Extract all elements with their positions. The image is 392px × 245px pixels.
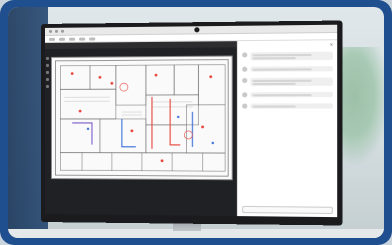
markup-tool-icon[interactable] bbox=[45, 63, 49, 67]
avatar bbox=[242, 92, 248, 98]
comment-text bbox=[250, 61, 332, 62]
floor-plan-sheet[interactable] bbox=[50, 55, 233, 181]
toolbar-button[interactable] bbox=[48, 37, 55, 41]
avatar bbox=[242, 103, 248, 109]
office-background: × bbox=[8, 7, 384, 238]
app-screen: × bbox=[44, 24, 338, 218]
avatar bbox=[242, 77, 248, 84]
markup-tools bbox=[45, 56, 50, 137]
drawing-viewer[interactable] bbox=[44, 41, 237, 217]
markup-tool-icon[interactable] bbox=[45, 56, 49, 60]
comment-item[interactable] bbox=[242, 103, 333, 109]
reply-input[interactable] bbox=[242, 205, 333, 214]
comment-item[interactable] bbox=[242, 51, 333, 62]
window-control-icon[interactable] bbox=[60, 29, 65, 33]
avatar bbox=[242, 66, 248, 72]
markup-tool-icon[interactable] bbox=[45, 77, 49, 81]
toolbar-button[interactable] bbox=[58, 37, 66, 41]
app-logo bbox=[194, 27, 201, 33]
avatar bbox=[242, 52, 248, 58]
workspace: × bbox=[44, 40, 338, 218]
toolbar-button[interactable] bbox=[69, 37, 76, 41]
comment-item[interactable] bbox=[242, 66, 333, 73]
window-control-icon[interactable] bbox=[54, 29, 58, 33]
comment-item[interactable] bbox=[242, 77, 333, 88]
drawing-header bbox=[44, 41, 237, 49]
toolbar-button[interactable] bbox=[89, 36, 96, 41]
toolbar-button[interactable] bbox=[79, 37, 86, 41]
panel-header: × bbox=[242, 42, 333, 49]
outer-frame: × bbox=[0, 0, 392, 245]
comment-item[interactable] bbox=[242, 91, 333, 98]
comments-panel: × bbox=[236, 40, 338, 218]
floor-plan-drawing bbox=[52, 57, 232, 180]
markup-tool-icon[interactable] bbox=[45, 70, 49, 74]
markup-tool-icon[interactable] bbox=[45, 84, 49, 88]
close-icon[interactable]: × bbox=[330, 42, 333, 48]
logo-icon bbox=[194, 27, 200, 33]
window-control-icon[interactable] bbox=[48, 29, 52, 33]
monitor: × bbox=[41, 20, 343, 226]
